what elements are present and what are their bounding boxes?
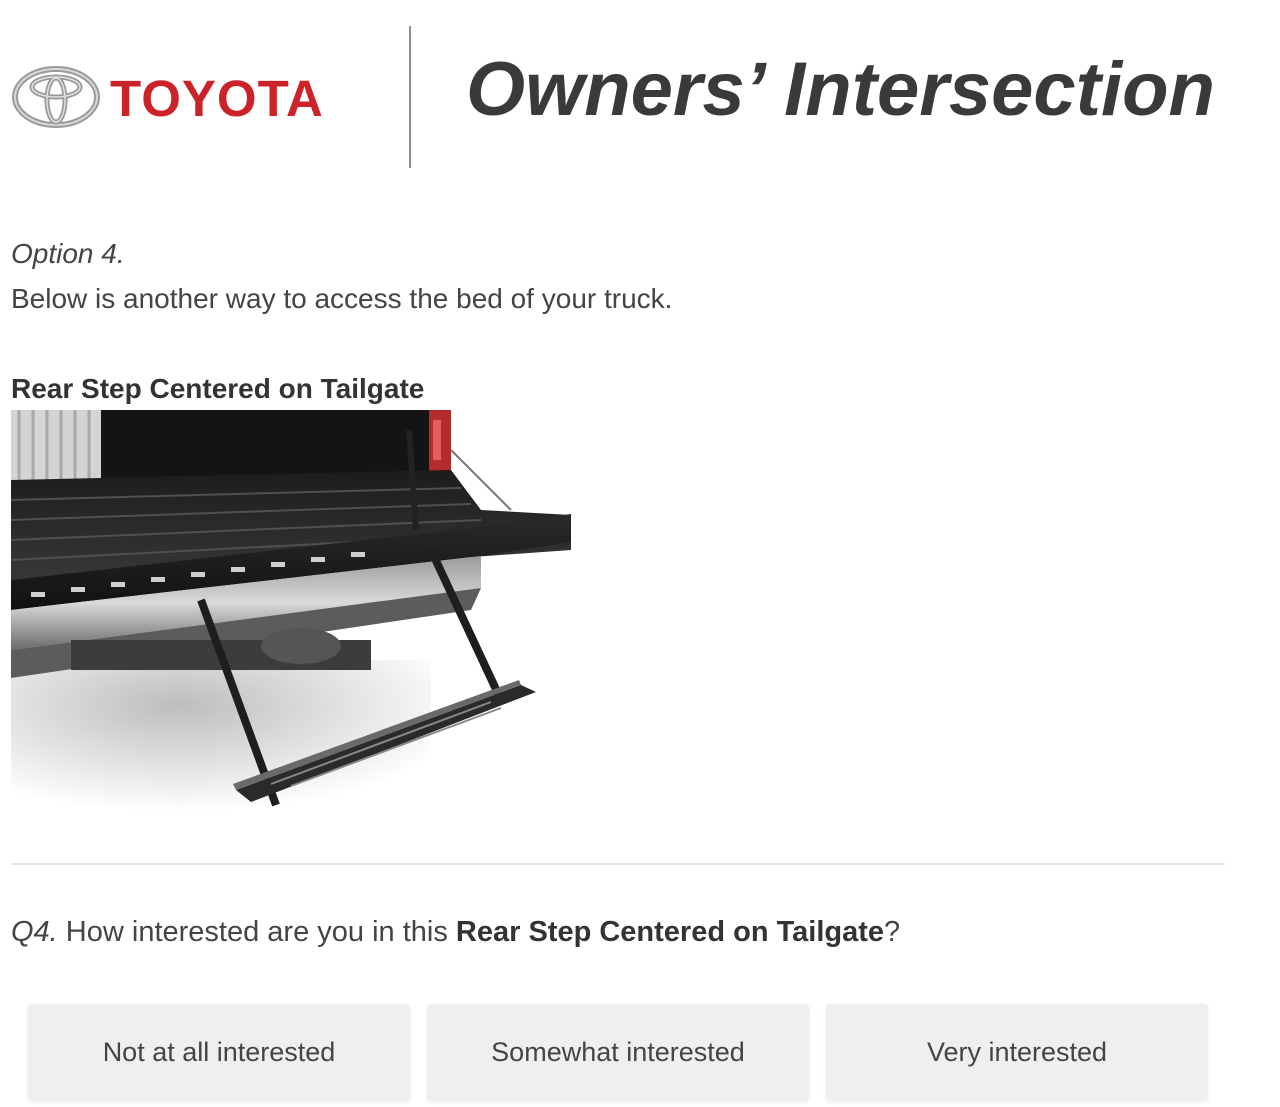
rear-step-tailgate-photo-icon (11, 410, 573, 812)
question-subject: Rear Step Centered on Tailgate (455, 916, 885, 948)
question-number: Q4. (11, 916, 58, 948)
rear-step-tailgate-image (11, 410, 573, 812)
feature-title: Rear Step Centered on Tailgate (11, 373, 425, 404)
page-title: Owners’ Intersection (466, 47, 1215, 132)
answer-very-interested-button[interactable]: Very interested (826, 1004, 1208, 1100)
answer-not-at-all-interested-button[interactable]: Not at all interested (28, 1004, 410, 1100)
brand-wordmark: TOYOTA (110, 69, 324, 127)
intro-text: Below is another way to access the bed o… (11, 283, 673, 314)
option-label: Option 4. (11, 238, 125, 269)
question-end: ? (884, 916, 901, 948)
toyota-logo: TOYOTA (12, 66, 324, 128)
question-q4: Q4. How interested are you in this Rear … (11, 914, 900, 950)
answer-options: Not at all interested Somewhat intereste… (28, 1004, 1208, 1100)
section-divider (11, 863, 1225, 865)
toyota-emblem-icon (12, 66, 100, 128)
answer-somewhat-interested-button[interactable]: Somewhat interested (427, 1004, 809, 1100)
page-header: TOYOTA Owners’ Intersection (0, 0, 1280, 190)
question-text: How interested are you in this (57, 916, 456, 948)
header-divider (409, 26, 411, 168)
